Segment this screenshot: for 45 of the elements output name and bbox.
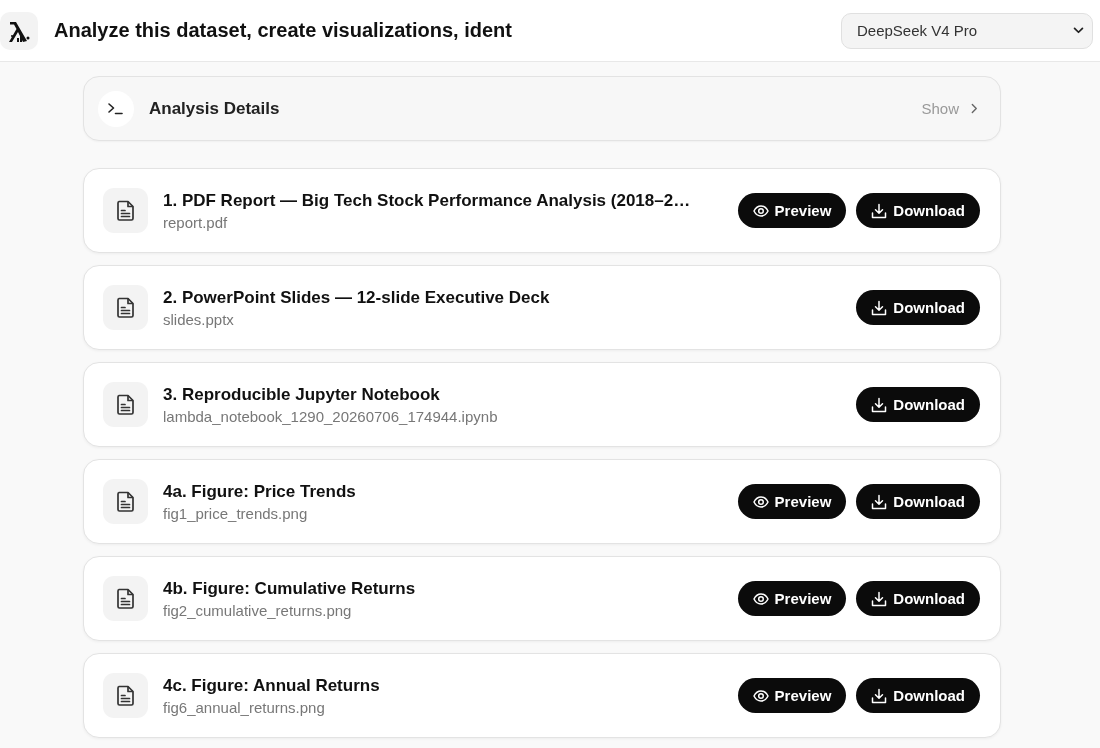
file-title: 1. PDF Report — Big Tech Stock Performance Analysis (2018–2… [163,190,692,211]
chat-title: Analyze this dataset, create visualizations, ident [54,19,512,42]
download-button[interactable]: Download [856,484,980,519]
download-button[interactable]: Download [856,387,980,422]
chevron-right-icon [971,103,978,114]
panel-title: Analysis Details [149,98,281,119]
download-button[interactable]: Download [856,290,980,325]
preview-button[interactable]: Preview [737,678,847,713]
file-name: report.pdf [163,213,229,231]
file-name: fig1_price_trends.png [163,504,309,522]
preview-button[interactable]: Preview [737,581,847,616]
preview-button[interactable]: Preview [737,484,847,519]
analysis-details-panel[interactable]: Analysis Details Show [83,76,1001,141]
chevron-down-icon [1073,27,1084,34]
document-icon [103,479,148,524]
document-icon [103,188,148,233]
document-icon [103,673,148,718]
file-name: fig6_annual_returns.png [163,698,326,716]
eye-icon [752,687,769,704]
download-icon [871,493,888,510]
file-title: 4c. Figure: Annual Returns [163,675,381,696]
file-title: 3. Reproducible Jupyter Notebook [163,384,441,405]
eye-icon [752,590,769,607]
eye-icon [752,493,769,510]
download-button[interactable]: Download [856,193,980,228]
file-name: slides.pptx [163,310,235,328]
file-title: 2. PowerPoint Slides — 12-slide Executive Deck [163,287,551,308]
file-name: fig2_cumulative_returns.png [163,601,353,619]
terminal-icon [98,90,134,127]
download-button[interactable]: Download [856,678,980,713]
download-icon [871,687,888,704]
download-icon [871,396,888,413]
preview-button[interactable]: Preview [737,193,847,228]
download-icon [871,299,888,316]
download-icon [871,202,888,219]
download-button[interactable]: Download [856,581,980,616]
document-icon [103,285,148,330]
document-icon [103,382,148,427]
download-icon [871,590,888,607]
document-icon [103,576,148,621]
file-title: 4b. Figure: Cumulative Returns [163,578,417,599]
model-select[interactable]: DeepSeek V4 Pro [841,12,1093,49]
file-name: lambda_notebook_1290_20260706_174944.ipynb [163,407,499,425]
eye-icon [752,202,769,219]
file-title: 4a. Figure: Price Trends [163,481,357,502]
